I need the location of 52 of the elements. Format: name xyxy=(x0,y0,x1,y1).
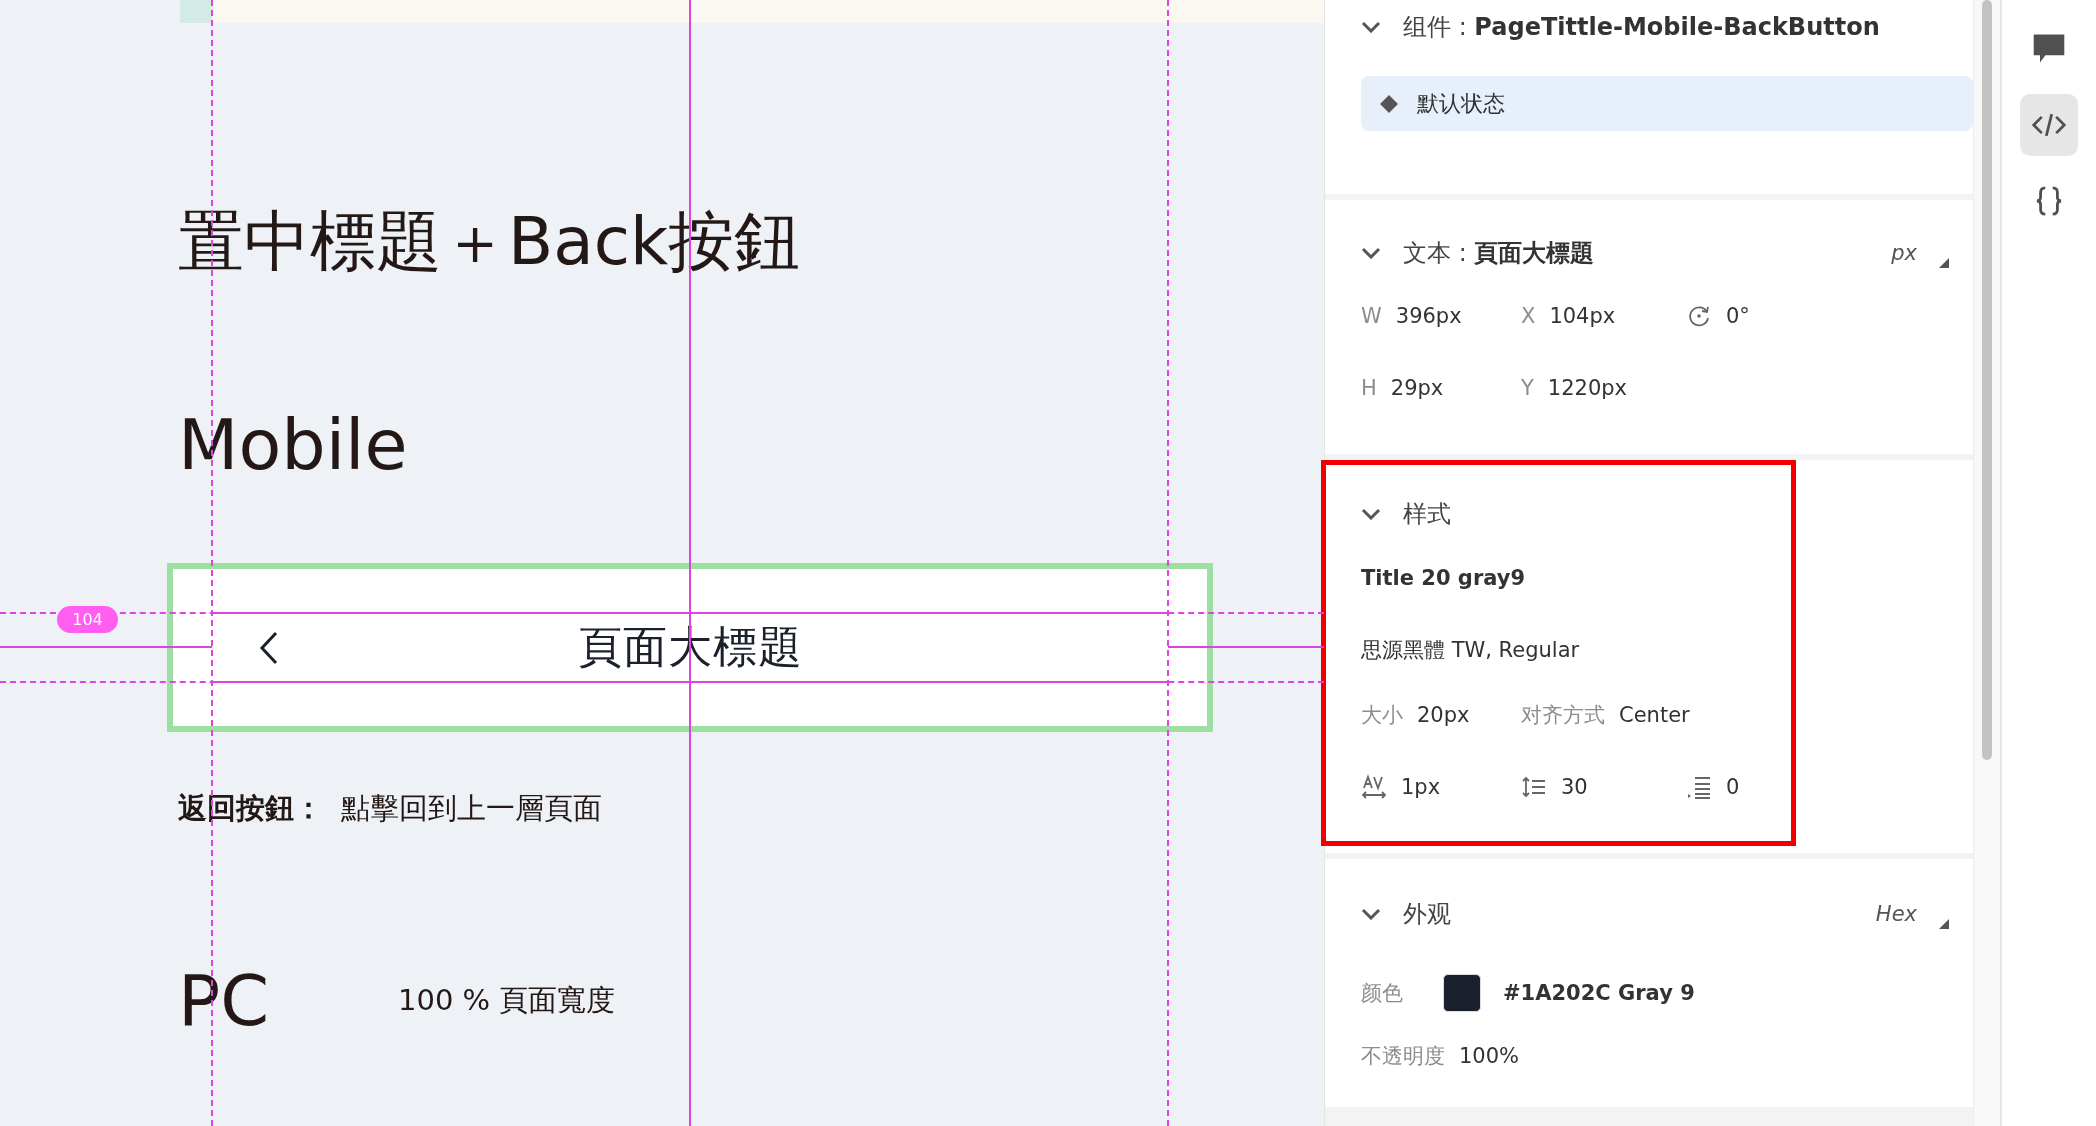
property-value: Center xyxy=(1619,703,1690,727)
section-title: 组件 : PageTittle-Mobile-BackButton xyxy=(1403,12,1880,43)
property-value: 104px xyxy=(1549,304,1616,328)
property-value: 396px xyxy=(1395,304,1462,328)
property-value: 1220px xyxy=(1547,376,1628,400)
state-item[interactable]: 默认状态 xyxy=(1361,76,1973,131)
property-label: 不透明度 xyxy=(1361,1043,1445,1070)
property-label: 对齐方式 xyxy=(1521,702,1605,729)
property-label: 大小 xyxy=(1361,702,1403,729)
property-value: 20px xyxy=(1417,703,1470,727)
section-label: Mobile xyxy=(178,403,409,488)
section-title: 外观 xyxy=(1403,899,1451,930)
property-label: X xyxy=(1521,304,1536,328)
color-swatch[interactable] xyxy=(1443,974,1481,1012)
description: 100 % 頁面寬度 xyxy=(398,982,616,1019)
property-value: 29px xyxy=(1390,376,1444,400)
scrollbar-thumb[interactable] xyxy=(1982,0,1992,760)
property-label: Y xyxy=(1521,376,1534,400)
letter-spacing-icon xyxy=(1361,774,1387,800)
line-height-icon xyxy=(1521,774,1547,800)
chevron-icon[interactable] xyxy=(1361,247,1381,259)
code-icon xyxy=(2031,111,2067,139)
section-title: 样式 xyxy=(1403,499,1451,530)
property-value: 0° xyxy=(1726,304,1750,328)
dropdown-icon[interactable] xyxy=(1939,258,1949,268)
paragraph-spacing-icon xyxy=(1686,774,1712,800)
back-icon[interactable] xyxy=(258,629,280,666)
style-name: Title 20 gray9 xyxy=(1360,565,1527,592)
property-value: 30 xyxy=(1561,775,1588,799)
chevron-icon[interactable] xyxy=(1361,21,1381,33)
artboard-corner xyxy=(180,0,212,23)
distance-badge: 104 xyxy=(57,606,118,633)
property-value: 1px xyxy=(1401,775,1441,799)
font-name: 思源黑體 TW, Regular xyxy=(1360,637,1581,664)
rotate-icon xyxy=(1686,303,1712,329)
color-value: #1A202C Gray 9 xyxy=(1503,981,1695,1005)
code-button[interactable] xyxy=(2020,94,2078,156)
dropdown-icon[interactable] xyxy=(1939,919,1949,929)
property-label: W xyxy=(1361,304,1382,328)
unit-label[interactable]: Hex xyxy=(1875,902,1917,926)
section-label: PC xyxy=(178,959,271,1044)
property-value: 0 xyxy=(1726,775,1740,799)
chevron-icon[interactable] xyxy=(1361,908,1381,920)
unit-label[interactable]: px xyxy=(1891,241,1917,265)
diamond-icon xyxy=(1379,93,1399,114)
section-title: 文本 : 頁面大標題 xyxy=(1403,238,1595,269)
braces-icon xyxy=(2035,185,2063,217)
chevron-icon[interactable] xyxy=(1361,508,1381,520)
property-value: 100% xyxy=(1459,1044,1520,1068)
property-label: 颜色 xyxy=(1361,980,1403,1007)
property-label: H xyxy=(1361,376,1377,400)
description: 返回按鈕： 點擊回到上一層頁面 xyxy=(178,790,603,827)
